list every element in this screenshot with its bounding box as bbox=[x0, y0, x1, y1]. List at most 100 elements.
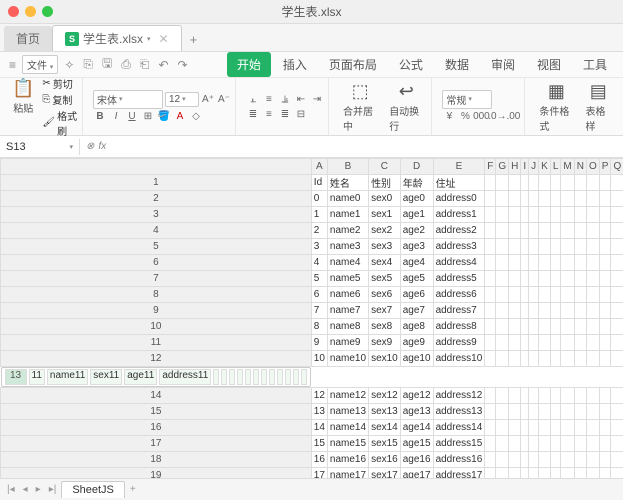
cell[interactable] bbox=[561, 468, 574, 479]
cell[interactable] bbox=[539, 420, 551, 436]
cell[interactable] bbox=[521, 452, 529, 468]
cell[interactable]: address2 bbox=[433, 223, 485, 239]
cell[interactable]: 0 bbox=[311, 191, 327, 207]
cell[interactable]: Id bbox=[311, 175, 327, 191]
cell[interactable] bbox=[521, 436, 529, 452]
cell[interactable] bbox=[485, 207, 496, 223]
fill-color-icon[interactable]: 🪣 bbox=[157, 110, 171, 124]
row-header[interactable]: 3 bbox=[1, 207, 312, 223]
cell[interactable] bbox=[509, 271, 521, 287]
cell[interactable] bbox=[611, 404, 623, 420]
cell[interactable] bbox=[550, 436, 561, 452]
clear-format-icon[interactable]: ◇ bbox=[189, 110, 203, 124]
cell[interactable]: 年龄 bbox=[400, 175, 433, 191]
save-icon[interactable]: 🖫 bbox=[99, 54, 115, 75]
cell[interactable] bbox=[301, 369, 307, 385]
cell[interactable] bbox=[529, 351, 539, 367]
indent-dec-icon[interactable]: ⇤ bbox=[294, 92, 308, 106]
cell[interactable] bbox=[611, 436, 623, 452]
cell[interactable]: age11 bbox=[124, 369, 157, 385]
cell[interactable]: address14 bbox=[433, 420, 485, 436]
cell[interactable] bbox=[586, 468, 599, 479]
cell[interactable] bbox=[611, 255, 623, 271]
cell[interactable] bbox=[611, 452, 623, 468]
cell[interactable]: sex3 bbox=[369, 239, 401, 255]
cell[interactable] bbox=[539, 335, 551, 351]
fx-icon[interactable]: ⊗ bbox=[86, 141, 94, 152]
cell[interactable]: 5 bbox=[311, 271, 327, 287]
cell[interactable] bbox=[539, 452, 551, 468]
cell[interactable] bbox=[574, 175, 586, 191]
cell[interactable] bbox=[529, 223, 539, 239]
cell[interactable] bbox=[485, 388, 496, 404]
cell[interactable] bbox=[599, 351, 611, 367]
close-tab-icon[interactable]: ✕ bbox=[159, 32, 169, 46]
new-icon[interactable]: ✧ bbox=[61, 58, 77, 72]
cell[interactable] bbox=[561, 303, 574, 319]
file-menu[interactable]: 文件 ▾ bbox=[22, 55, 58, 74]
cell[interactable] bbox=[550, 404, 561, 420]
cell[interactable] bbox=[539, 351, 551, 367]
cell[interactable]: address16 bbox=[433, 452, 485, 468]
cell[interactable] bbox=[561, 351, 574, 367]
cell[interactable]: sex4 bbox=[369, 255, 401, 271]
cell[interactable] bbox=[574, 335, 586, 351]
col-header[interactable]: C bbox=[369, 159, 401, 175]
cell[interactable] bbox=[561, 239, 574, 255]
tab-formula[interactable]: 公式 bbox=[389, 52, 433, 77]
cell[interactable]: age14 bbox=[400, 420, 433, 436]
cell[interactable]: name2 bbox=[327, 223, 368, 239]
cell[interactable] bbox=[586, 452, 599, 468]
cell[interactable]: sex5 bbox=[369, 271, 401, 287]
merge-button[interactable]: ⬚合并居中 bbox=[339, 79, 381, 135]
cell[interactable]: age13 bbox=[400, 404, 433, 420]
cell[interactable] bbox=[561, 207, 574, 223]
cell[interactable] bbox=[599, 420, 611, 436]
underline-icon[interactable]: U bbox=[125, 110, 139, 124]
cell[interactable]: age1 bbox=[400, 207, 433, 223]
cell[interactable] bbox=[496, 351, 509, 367]
cell[interactable] bbox=[485, 335, 496, 351]
cell[interactable]: name0 bbox=[327, 191, 368, 207]
cell[interactable] bbox=[245, 369, 251, 385]
cell[interactable]: name14 bbox=[327, 420, 368, 436]
cell[interactable] bbox=[529, 319, 539, 335]
cell[interactable] bbox=[561, 436, 574, 452]
cell[interactable]: age3 bbox=[400, 239, 433, 255]
col-header[interactable]: O bbox=[586, 159, 599, 175]
cell[interactable] bbox=[599, 287, 611, 303]
col-header[interactable]: G bbox=[496, 159, 509, 175]
cell[interactable] bbox=[496, 452, 509, 468]
align-bot-icon[interactable]: ⫡ bbox=[278, 92, 292, 106]
cell[interactable]: 15 bbox=[311, 436, 327, 452]
cell[interactable] bbox=[550, 207, 561, 223]
cell[interactable] bbox=[496, 271, 509, 287]
cell[interactable] bbox=[529, 452, 539, 468]
cell[interactable] bbox=[574, 223, 586, 239]
cell[interactable]: name6 bbox=[327, 287, 368, 303]
cell[interactable]: 4 bbox=[311, 255, 327, 271]
inc-dec-icon[interactable]: .0→ bbox=[490, 110, 504, 124]
cell[interactable] bbox=[529, 436, 539, 452]
cell[interactable] bbox=[539, 436, 551, 452]
cell[interactable] bbox=[599, 468, 611, 479]
cell[interactable]: sex9 bbox=[369, 335, 401, 351]
cell[interactable] bbox=[586, 287, 599, 303]
cell[interactable] bbox=[496, 207, 509, 223]
cell[interactable] bbox=[269, 369, 275, 385]
cell[interactable] bbox=[611, 303, 623, 319]
tab-layout[interactable]: 页面布局 bbox=[319, 52, 387, 77]
cell[interactable] bbox=[574, 239, 586, 255]
cell[interactable] bbox=[485, 303, 496, 319]
cell[interactable] bbox=[586, 239, 599, 255]
cell[interactable]: address12 bbox=[433, 388, 485, 404]
cell[interactable] bbox=[253, 369, 259, 385]
row-header[interactable]: 16 bbox=[1, 420, 312, 436]
cell[interactable]: age12 bbox=[400, 388, 433, 404]
cell[interactable]: sex0 bbox=[369, 191, 401, 207]
cell[interactable]: name16 bbox=[327, 452, 368, 468]
cell[interactable] bbox=[521, 468, 529, 479]
cell[interactable] bbox=[529, 303, 539, 319]
cell[interactable] bbox=[485, 319, 496, 335]
cell[interactable]: address4 bbox=[433, 255, 485, 271]
